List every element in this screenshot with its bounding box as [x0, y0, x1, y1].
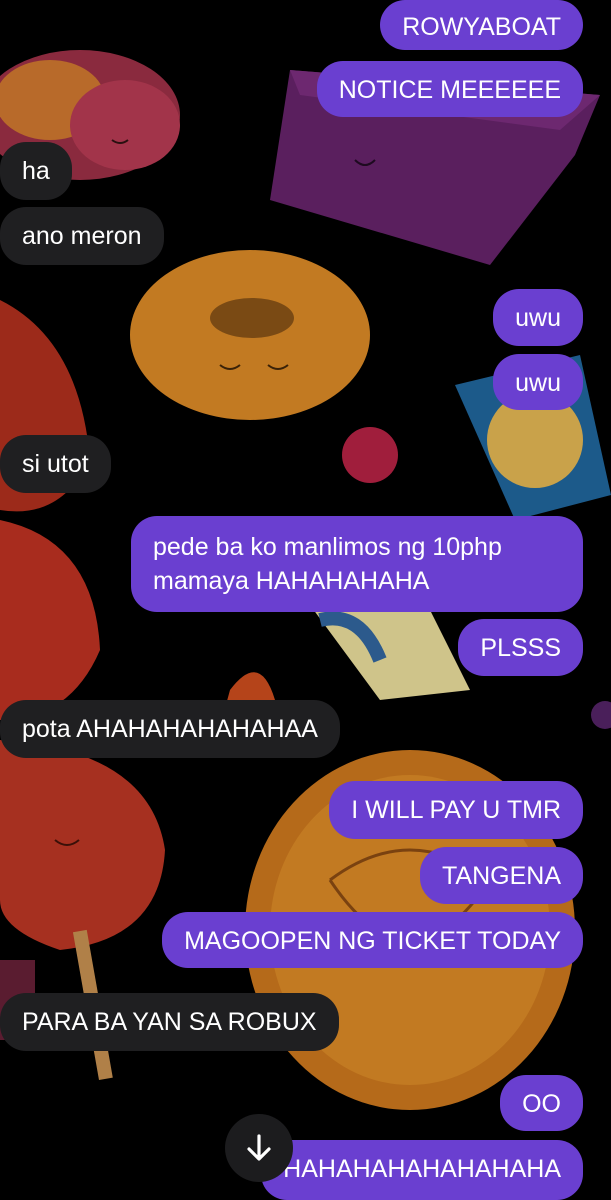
message-bubble-incoming[interactable]: ano meron: [0, 207, 164, 265]
message-list[interactable]: ROWYABOAT NOTICE MEEEEEE ha ano meron uw…: [0, 0, 611, 1200]
message-bubble-incoming[interactable]: si utot: [0, 435, 111, 493]
message-bubble-incoming[interactable]: ha: [0, 142, 72, 200]
message-bubble-outgoing[interactable]: OO: [500, 1075, 583, 1131]
message-bubble-outgoing[interactable]: MAGOOPEN NG TICKET TODAY: [162, 912, 583, 968]
message-bubble-outgoing[interactable]: TANGENA: [420, 847, 583, 904]
message-bubble-outgoing[interactable]: pede ba ko manlimos ng 10php mamaya HAHA…: [131, 516, 583, 612]
message-bubble-outgoing[interactable]: I WILL PAY U TMR: [329, 781, 583, 839]
arrow-down-icon: [247, 1134, 271, 1161]
message-bubble-outgoing[interactable]: HAHAHAHAHAHAHAHA: [261, 1140, 583, 1200]
message-bubble-incoming[interactable]: pota AHAHAHAHAHAHAA: [0, 700, 340, 758]
message-bubble-outgoing[interactable]: uwu: [493, 354, 583, 410]
message-bubble-outgoing[interactable]: ROWYABOAT: [380, 0, 583, 50]
message-bubble-incoming[interactable]: PARA BA YAN SA ROBUX: [0, 993, 339, 1051]
message-bubble-outgoing[interactable]: uwu: [493, 289, 583, 346]
message-bubble-outgoing[interactable]: NOTICE MEEEEEE: [316, 61, 583, 117]
scroll-to-bottom-button[interactable]: [225, 1114, 293, 1182]
message-bubble-outgoing[interactable]: PLSSS: [458, 619, 583, 676]
